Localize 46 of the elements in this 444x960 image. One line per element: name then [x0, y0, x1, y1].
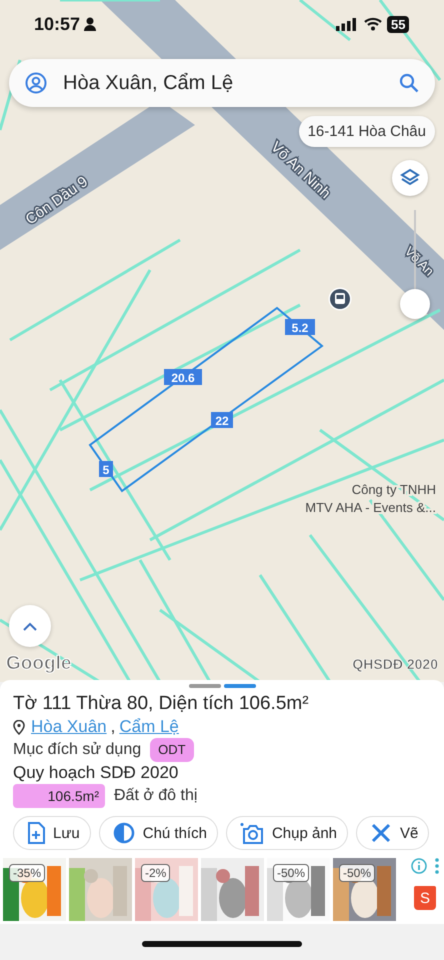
location-pin-icon [13, 720, 25, 734]
wifi-icon [364, 17, 382, 31]
search-icon[interactable] [399, 73, 419, 93]
contrast-icon [112, 822, 135, 844]
add-photo-icon [240, 822, 264, 844]
plan-title: Quy hoạch SDĐ 2020 [13, 762, 180, 784]
person-icon [84, 17, 96, 31]
chevron-up-icon [23, 622, 37, 630]
separator: , [110, 716, 116, 738]
discount-badge: -35% [9, 864, 46, 882]
street-label: Côn Dầu 9 [22, 173, 92, 228]
more-icon[interactable] [435, 858, 439, 874]
draw-button[interactable]: Vẽ [356, 816, 430, 850]
bus-stop-icon[interactable] [328, 287, 352, 311]
page-indicator[interactable] [224, 684, 256, 688]
clock: 10:57 [34, 14, 80, 35]
search-bar[interactable]: Hòa Xuân, Cẩm Lệ [9, 59, 435, 107]
expand-button[interactable] [9, 605, 51, 647]
search-field[interactable]: Hòa Xuân, Cẩm Lệ [61, 70, 385, 96]
edge-length-label: 20.6 [164, 369, 202, 385]
edge-length-label: 22 [211, 412, 233, 428]
slider-thumb[interactable] [400, 289, 430, 319]
layer-name: QHSDĐ 2020 [352, 656, 438, 672]
layers-button[interactable] [392, 160, 428, 196]
shopping-bag-logo[interactable]: S [414, 886, 436, 910]
page-indicator[interactable] [188, 684, 220, 688]
discount-badge: -50% [339, 864, 376, 882]
area-bar: 106.5m² [13, 784, 105, 808]
map-attribution: Google [6, 653, 72, 675]
place-chip[interactable]: 16-141 Hòa Châu [298, 116, 435, 147]
purpose-label: Mục đích sử dụng [13, 740, 142, 760]
edge-length-label: 5 [99, 461, 113, 477]
legend-button[interactable]: Chú thích [98, 816, 218, 850]
battery-level: 55 [387, 16, 410, 33]
parcel-title: Tờ 111 Thừa 80, Diện tích 106.5m² [13, 692, 310, 716]
land-use-code: ODT [150, 738, 194, 762]
account-icon [25, 72, 47, 94]
edge-length-label: 5.2 [285, 319, 315, 335]
photo-button[interactable]: Chụp ảnh [226, 816, 348, 850]
add-file-icon [27, 822, 45, 844]
discount-badge: -50% [273, 864, 310, 882]
info-icon[interactable] [411, 858, 427, 874]
discount-badge: -2% [141, 864, 170, 882]
save-button[interactable]: Lưu [13, 816, 91, 850]
signal-icon [336, 18, 356, 31]
land-use-label: Đất ở đô thị [114, 786, 198, 806]
